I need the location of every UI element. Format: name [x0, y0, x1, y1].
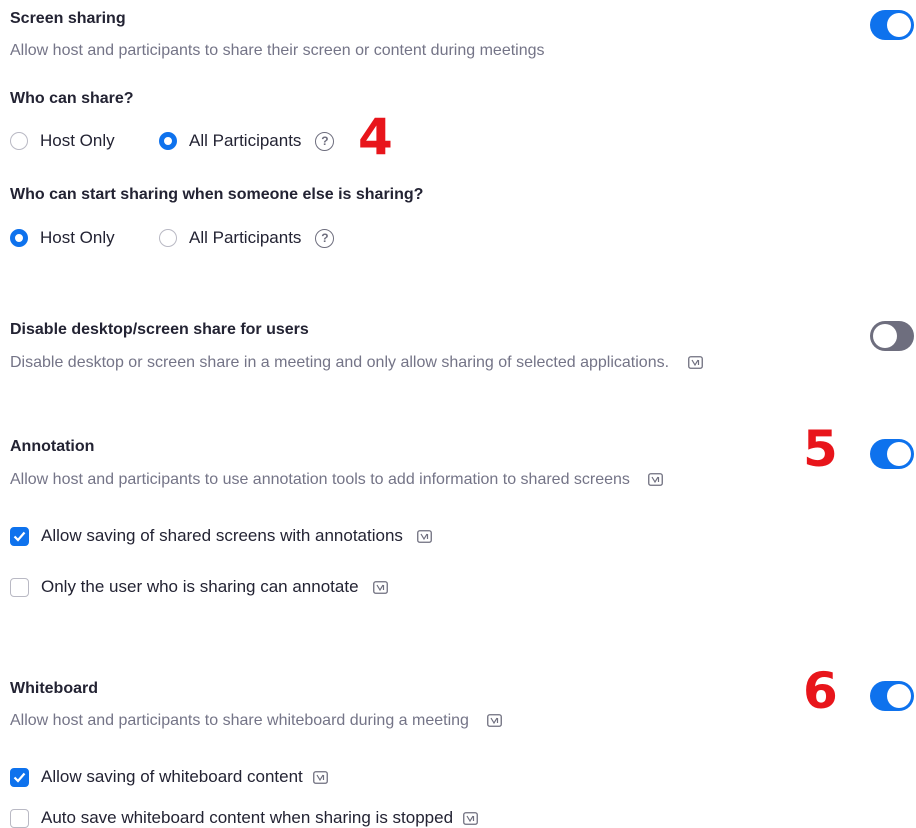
- checkbox-label: Allow saving of shared screens with anno…: [41, 526, 403, 545]
- checkmark-icon: [13, 531, 26, 542]
- toggle-knob: [887, 13, 911, 37]
- whiteboard-toggle[interactable]: [870, 681, 914, 711]
- disable-desktop-description: Disable desktop or screen share in a mee…: [10, 354, 670, 371]
- annotation-title: Annotation: [10, 438, 95, 455]
- radio-label: All Participants: [189, 228, 302, 247]
- radio-button[interactable]: [159, 229, 177, 247]
- checkbox-unchecked[interactable]: [10, 808, 29, 828]
- radio-label: Host Only: [40, 131, 115, 150]
- checkbox-checked[interactable]: [10, 767, 29, 787]
- screen-sharing-title: Screen sharing: [10, 10, 126, 27]
- whiteboard-title: Whiteboard: [10, 680, 98, 697]
- annotation-number-4: 4: [358, 108, 393, 166]
- toggle-knob: [873, 324, 897, 348]
- who-can-start-all-participants-radio[interactable]: All Participants ?: [159, 228, 335, 248]
- checkbox-label: Auto save whiteboard content when sharin…: [41, 808, 454, 827]
- radio-button[interactable]: [10, 229, 28, 247]
- checkbox-unchecked[interactable]: [10, 577, 29, 597]
- checkmark-icon: [13, 772, 26, 783]
- annotation-number-6: 6: [803, 662, 838, 720]
- radio-button[interactable]: [10, 132, 28, 150]
- whiteboard-description: Allow host and participants to share whi…: [10, 712, 469, 729]
- annotation-description-row: Allow host and participants to use annot…: [10, 471, 664, 489]
- locked-setting-icon[interactable]: [417, 529, 432, 543]
- annotation-number-5: 5: [803, 420, 838, 478]
- locked-setting-icon[interactable]: [312, 770, 328, 784]
- radio-button[interactable]: [159, 132, 177, 150]
- who-can-share-host-only-radio[interactable]: Host Only: [10, 131, 115, 151]
- only-sharer-can-annotate-checkbox-row[interactable]: Only the user who is sharing can annotat…: [10, 577, 388, 597]
- whiteboard-description-row: Allow host and participants to share whi…: [10, 712, 503, 730]
- question-circle-icon[interactable]: ?: [315, 228, 335, 248]
- allow-saving-whiteboard-checkbox-row[interactable]: Allow saving of whiteboard content: [10, 767, 328, 787]
- question-circle-icon[interactable]: ?: [315, 131, 335, 151]
- locked-setting-icon[interactable]: [648, 473, 664, 487]
- auto-save-whiteboard-checkbox-row[interactable]: Auto save whiteboard content when sharin…: [10, 808, 478, 828]
- checkbox-checked[interactable]: [10, 526, 29, 546]
- disable-desktop-title: Disable desktop/screen share for users: [10, 321, 309, 338]
- annotation-toggle[interactable]: [870, 439, 914, 469]
- screen-sharing-description: Allow host and participants to share the…: [10, 42, 545, 59]
- allow-saving-annotations-checkbox-row[interactable]: Allow saving of shared screens with anno…: [10, 526, 432, 546]
- locked-setting-icon[interactable]: [372, 580, 388, 594]
- disable-desktop-toggle[interactable]: [870, 321, 914, 351]
- toggle-knob: [887, 684, 911, 708]
- who-can-share-all-participants-radio[interactable]: All Participants ?: [159, 131, 335, 151]
- locked-setting-icon[interactable]: [487, 714, 503, 728]
- radio-label: Host Only: [40, 228, 115, 247]
- radio-label: All Participants: [189, 131, 302, 150]
- checkbox-label: Only the user who is sharing can annotat…: [41, 577, 359, 596]
- who-can-start-sharing-label: Who can start sharing when someone else …: [10, 186, 424, 203]
- disable-desktop-description-row: Disable desktop or screen share in a mee…: [10, 354, 703, 372]
- locked-setting-icon[interactable]: [687, 356, 703, 370]
- annotation-description: Allow host and participants to use annot…: [10, 471, 630, 488]
- locked-setting-icon[interactable]: [463, 811, 478, 825]
- toggle-knob: [887, 442, 911, 466]
- checkbox-label: Allow saving of whiteboard content: [41, 767, 303, 786]
- who-can-share-label: Who can share?: [10, 90, 134, 107]
- who-can-start-host-only-radio[interactable]: Host Only: [10, 228, 115, 248]
- screen-sharing-toggle[interactable]: [870, 10, 914, 40]
